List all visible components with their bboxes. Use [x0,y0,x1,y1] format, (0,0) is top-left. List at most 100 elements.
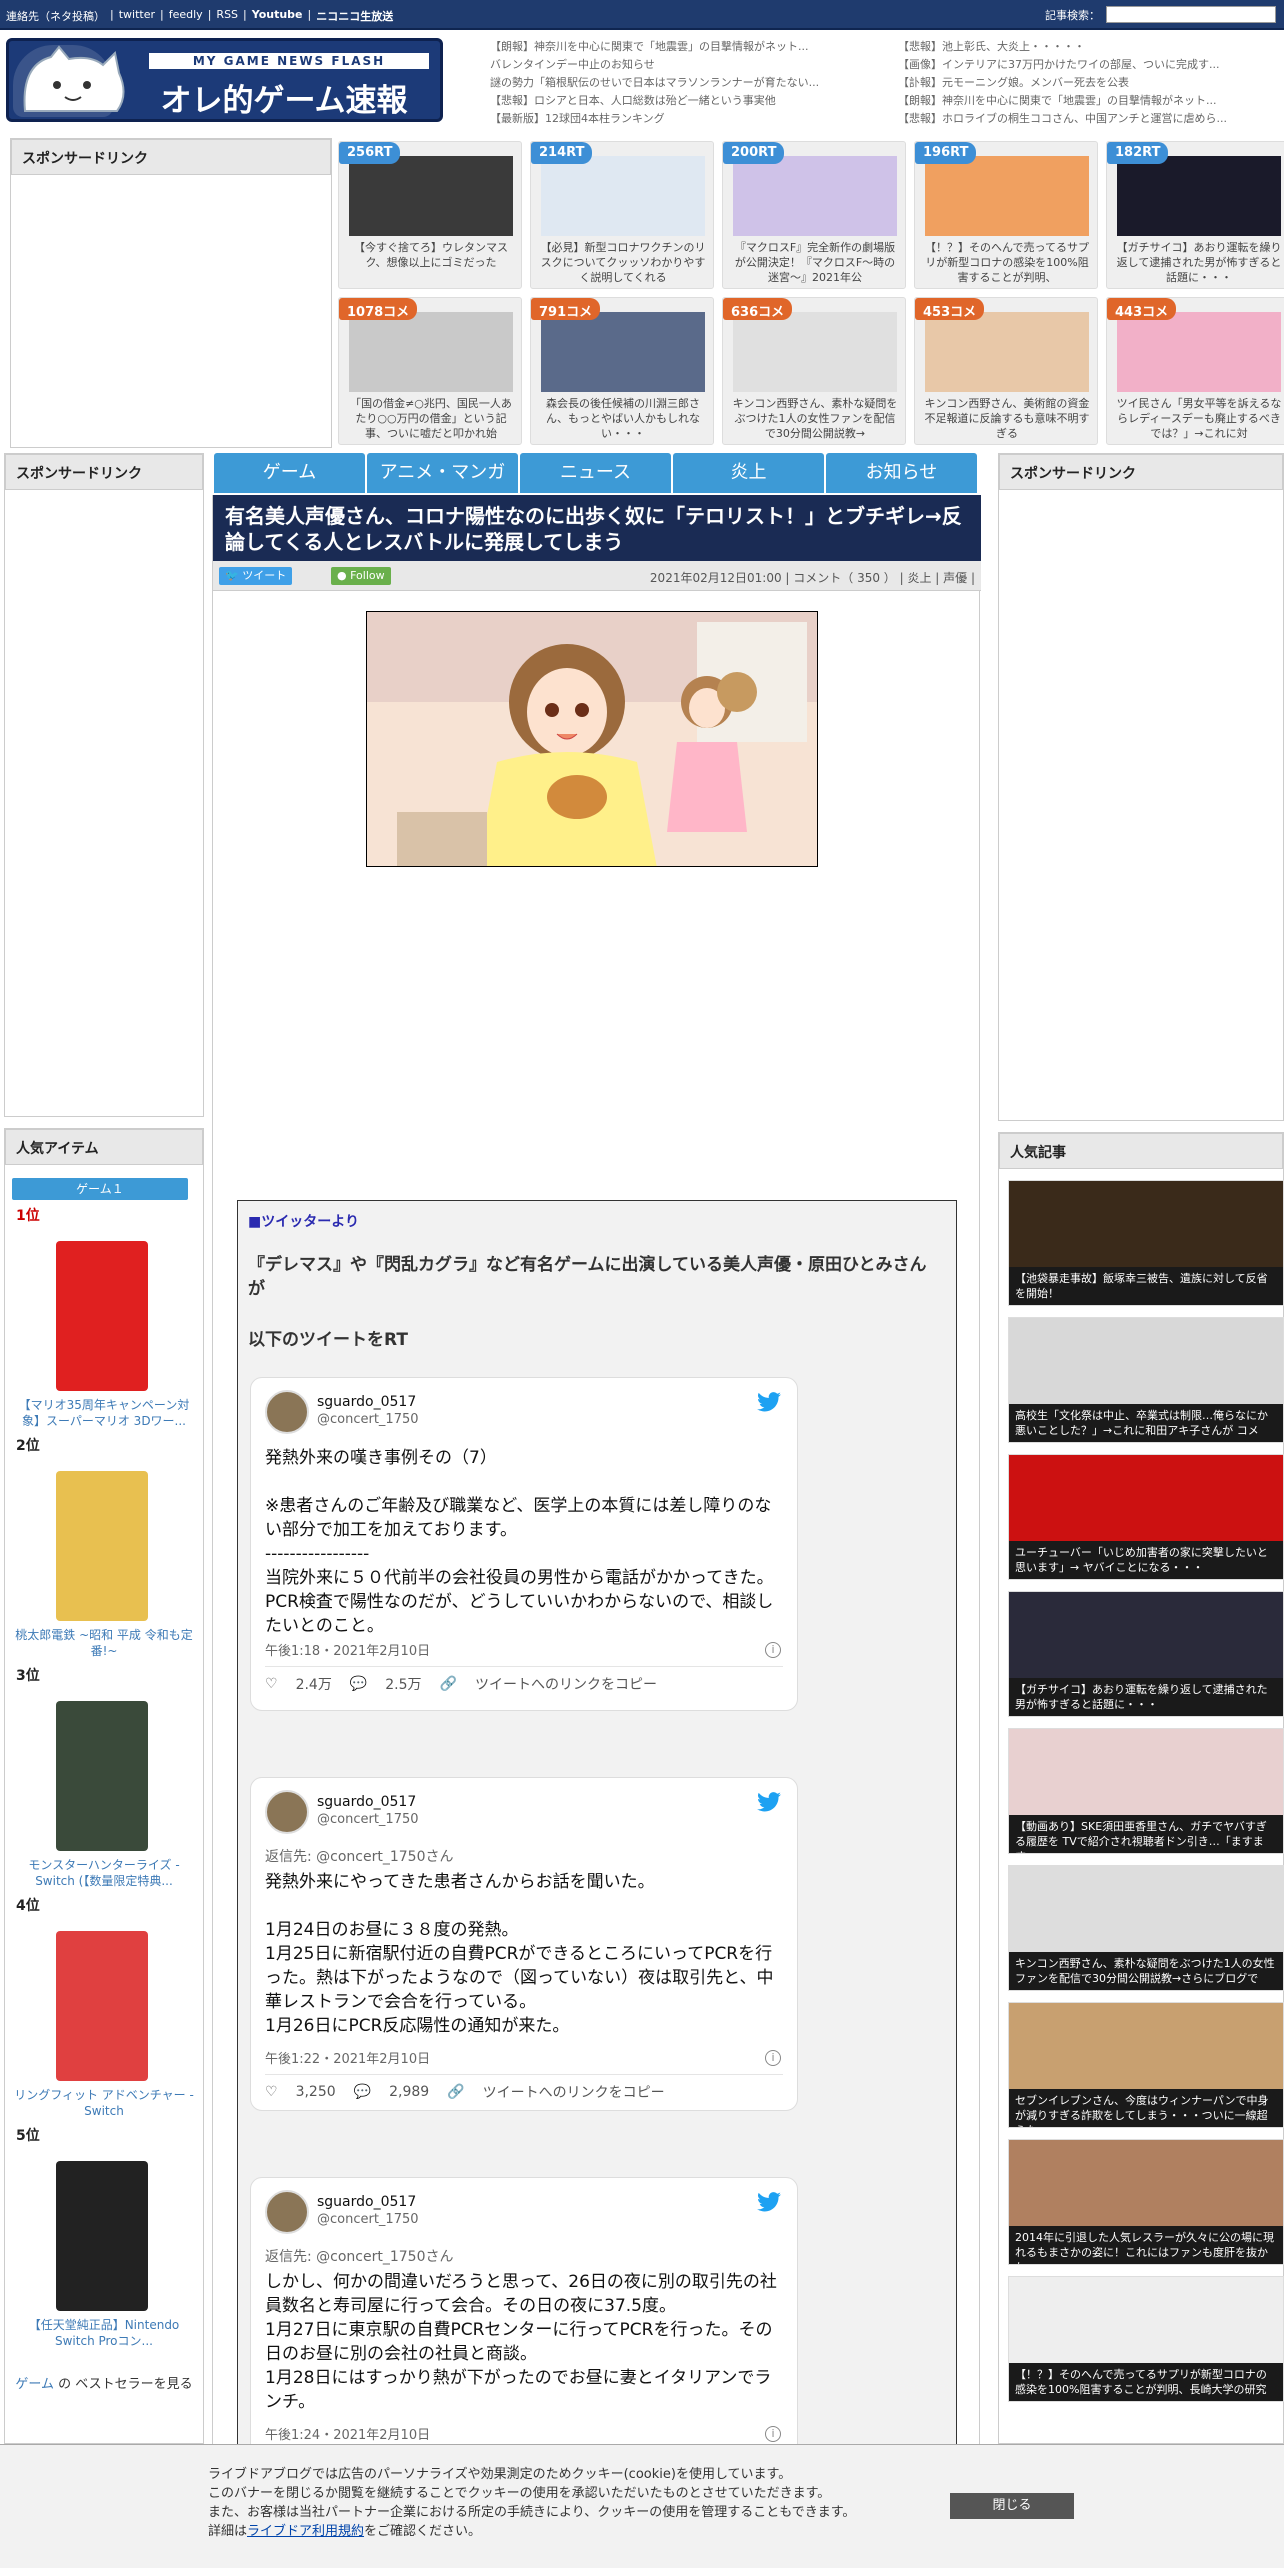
headline-link[interactable]: 【朗報】神奈川を中心に関東で「地震雲」の目撃情報がネット... [490,38,870,56]
avatar[interactable] [265,2190,309,2234]
tweet-card[interactable]: sguardo_0517 @concert_1750 発熱外来の嘆き事例その（7） … [250,1377,798,1711]
popular-article[interactable]: ユーチューバー「いじめ加害者の家に突撃したいと思います」→ ヤバイことになる・・… [1008,1454,1284,1580]
reply-icon[interactable]: 💬 [350,1676,367,1692]
popular-article[interactable]: 【動画あり】SKE須田亜香里さん、ガチでヤバすぎる履歴を TVで紹介され視聴者ド… [1008,1728,1284,1854]
popular-article[interactable]: セブンイレブンさん、今度はウィンナーパンで中身が減りすぎる詐欺をしてしまう・・・… [1008,2002,1284,2128]
article-title[interactable]: 有名美人声優さん、コロナ陽性なのに出歩く奴に「テロリスト！」とブチギレ→反論して… [213,495,981,561]
rt-card[interactable]: 1078コメ 「国の借金≠○兆円、国民一人あたり○○万円の借金」という記事、ついに… [338,297,522,445]
tweet-timestamp[interactable]: 午後1:24・2021年2月10日 [265,2424,430,2443]
nav-link-2[interactable]: twitter [119,8,155,24]
copy-link[interactable]: ツイートへのリンクをコピー [483,2082,665,2102]
headline-link[interactable]: バレンタインデー中止のお知らせ [490,56,870,74]
tweet-author-handle[interactable]: @concert_1750 [317,1812,419,1827]
rt-card[interactable]: 200RT 『マクロスF』完全新作の劇場版が公開決定！『マクロスF～時の迷宮～』2… [722,141,906,289]
headline-link[interactable]: 【悲報】池上彰氏、大炎上・・・・・ [898,38,1278,56]
product-title-link[interactable]: 【マリオ35周年キャンペーン対象】スーパーマリオ 3Dワー... [14,1397,194,1429]
nav-link-4[interactable]: feedly [169,8,203,24]
nav-separator: | [307,8,312,21]
twitter-bird-icon[interactable] [757,1792,781,1812]
product-title-link[interactable]: リングフィット アドベンチャー -Switch [14,2087,194,2119]
headline-link[interactable]: 【画像】インテリアに37万円かけたワイの部屋、ついに完成す... [898,56,1278,74]
product-image[interactable] [56,1241,148,1391]
tweet-card[interactable]: sguardo_0517 @concert_1750 返信先: @concert_1… [250,1777,798,2111]
rt-card[interactable]: 791コメ 森会長の後任候補の川淵三郎さん、もっとやばい人かもしれない・・・ [530,297,714,445]
cookie-close-button[interactable]: 閉じる [950,2493,1074,2519]
rt-card[interactable]: 182RT 【ガチサイコ】あおり運転を繰り返して逮捕された男が怖すぎると話題に・・… [1106,141,1284,289]
twitter-bird-icon[interactable] [757,1392,781,1412]
tab-2[interactable]: ニュース [520,453,671,493]
popular-article[interactable]: 高校生「文化祭は中止、卒業式は制限…俺らなにか悪いことした？」→これに和田アキ子… [1008,1317,1284,1443]
tweet-body: しかし、何かの間違いだろうと思って、26日の夜に別の取引先の社員数名と寿司屋に行… [265,2272,777,2412]
product-image[interactable] [56,1701,148,1851]
info-icon[interactable]: i [765,2050,781,2066]
product-title-link[interactable]: 桃太郎電鉄 ~昭和 平成 令和も定番!~ [14,1627,194,1659]
popular-article[interactable]: 【ガチサイコ】あおり運転を繰り返して逮捕された男が怖すぎると話題に・・・ [1008,1591,1284,1717]
headline-link[interactable]: 謎の勢力「箱根駅伝のせいで日本はマラソンランナーが育たない... [490,74,870,92]
tab-1[interactable]: アニメ・マンガ [367,453,518,493]
tweet-share-button[interactable]: 🐦 ツイート [219,567,293,585]
link-icon[interactable]: 🔗 [447,2084,464,2100]
popular-article-title: ユーチューバー「いじめ加害者の家に突撃したいと思います」→ ヤバイことになる・・… [1009,1541,1283,1579]
headline-link[interactable]: 【悲報】ホロライブの桐生ココさん、中国アンチと運営に虐めら... [898,110,1278,128]
info-icon[interactable]: i [765,2426,781,2442]
heart-icon[interactable]: ♡ [265,2084,278,2100]
heart-icon[interactable]: ♡ [265,1676,278,1692]
popular-article[interactable]: キンコン西野さん、素朴な疑問をぶつけた1人の女性ファンを配信で30分間公開説教→… [1008,1865,1284,1991]
tab-0[interactable]: ゲーム [214,453,365,493]
bestseller-link[interactable]: ゲーム [15,2377,54,2392]
nav-link-0[interactable]: 連絡先（ネタ投稿） [6,8,105,24]
tweet-timestamp[interactable]: 午後1:22・2021年2月10日 [265,2048,430,2067]
product-image[interactable] [56,1931,148,2081]
product-title-link[interactable]: 【任天堂純正品】Nintendo Switch Proコン... [14,2317,194,2349]
rt-card[interactable]: 256RT 【今すぐ捨てろ】ウレタンマスク、想像以上にゴミだった [338,141,522,289]
follow-button[interactable]: ● Follow [331,567,391,585]
tweet-author-handle[interactable]: @concert_1750 [317,2212,419,2227]
copy-link[interactable]: ツイートへのリンクをコピー [475,1674,657,1694]
rt-card[interactable]: 453コメ キンコン西野さん、美術館の資金不足報道に反論するも意味不明すぎる [914,297,1098,445]
nav-link-8[interactable]: Youtube [252,8,303,24]
rt-card-text: 『マクロスF』完全新作の劇場版が公開決定！『マクロスF～時の迷宮～』2021年公 [734,241,896,284]
tweet-author-name[interactable]: sguardo_0517 [317,2194,416,2210]
cookie-text: ライブドアブログでは広告のパーソナライズや効果測定のためクッキー(cookie)… [208,2467,856,2539]
tweet-author-name[interactable]: sguardo_0517 [317,1794,416,1810]
popular-article[interactable]: 【池袋暴走事故】飯塚幸三被告、遺族に対して反省を開始！ [1008,1180,1284,1306]
link-icon[interactable]: 🔗 [440,1676,457,1692]
rt-card[interactable]: 214RT 【必見】新型コロナワクチンのリスクについてクッッソわかりやすく説明して… [530,141,714,289]
popular-article[interactable]: 【！？】そのへんで売ってるサプリが新型コロナの感染を100%阻害することが判明、… [1008,2276,1284,2402]
article-meta-info[interactable]: 2021年02月12日01:00 | コメント（ 350 ） | 炎上 | 声優… [650,569,975,586]
tweet-body: 発熱外来の嘆き事例その（7） ※患者さんのご年齢及び職業など、医学上の本質には差… [265,1448,774,1636]
terms-link[interactable]: ライブドア利用規約 [247,2524,364,2539]
product-image[interactable] [56,2161,148,2311]
nav-link-6[interactable]: RSS [216,8,238,24]
rank-category-tag[interactable]: ゲーム１ [12,1178,188,1200]
reply-icon[interactable]: 💬 [354,2084,371,2100]
rt-badge: 214RT [531,142,593,164]
product-image[interactable] [56,1471,148,1621]
avatar[interactable] [265,1790,309,1834]
search-input[interactable] [1106,6,1276,23]
rt-card[interactable]: 443コメ ツイ民さん「男女平等を訴えるならレディースデーも廃止するべきでは？」→… [1106,297,1284,445]
headline-link[interactable]: 【朗報】神奈川を中心に関東で「地震雲」の目撃情報がネット... [898,92,1278,110]
rt-badge: 453コメ [915,298,985,320]
tweet-author-name[interactable]: sguardo_0517 [317,1394,416,1410]
info-icon[interactable]: i [765,1642,781,1658]
rt-card[interactable]: 196RT 【！？】そのへんで売ってるサプリが新型コロナの感染を100%阻害するこ… [914,141,1098,289]
nav-link-10[interactable]: ニコニコ生放送 [316,8,393,24]
avatar[interactable] [265,1390,309,1434]
site-logo[interactable]: MY GAME NEWS FLASH オレ的ゲーム速報@JIN [6,38,443,122]
tab-4[interactable]: お知らせ [826,453,977,493]
rt-card[interactable]: 636コメ キンコン西野さん、素朴な疑問をぶつけた1人の女性ファンを配信で30分間… [722,297,906,445]
product-title-link[interactable]: モンスターハンターライズ -Switch (【数量限定特典... [14,1857,194,1889]
rt-card-text: キンコン西野さん、素朴な疑問をぶつけた1人の女性ファンを配信で30分間公開説教→ [732,397,898,440]
rt-card-text: 森会長の後任候補の川淵三郎さん、もっとやばい人かもしれない・・・ [546,397,700,440]
rt-badge: 196RT [915,142,977,164]
tweet-timestamp[interactable]: 午後1:18・2021年2月10日 [265,1640,430,1659]
sponsor-heading: スポンサードリンク [11,139,331,175]
headline-link[interactable]: 【最新版】12球団4本柱ランキング [490,110,870,128]
tab-3[interactable]: 炎上 [673,453,824,493]
tweet-author-handle[interactable]: @concert_1750 [317,1412,419,1427]
headline-link[interactable]: 【悲報】ロシアと日本、人口総数は殆ど一緒という事実他 [490,92,870,110]
twitter-bird-icon[interactable] [757,2192,781,2212]
headline-link[interactable]: 【訃報】元モーニング娘。メンバー死去を公表 [898,74,1278,92]
popular-article[interactable]: 2014年に引退した人気レスラーが久々に公の場に現れるもまさかの姿に！これにはフ… [1008,2139,1284,2265]
